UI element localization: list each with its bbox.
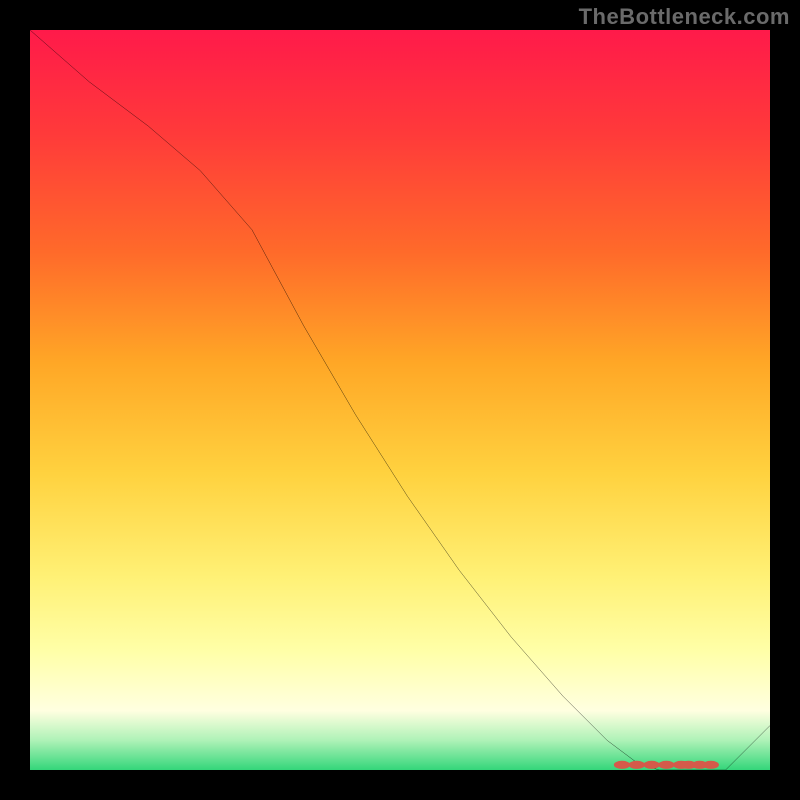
chart-frame: TheBottleneck.com <box>0 0 800 800</box>
valley-dot <box>629 761 645 769</box>
bottleneck-curve <box>30 30 770 770</box>
valley-dot <box>703 761 719 769</box>
valley-dot <box>658 761 674 769</box>
watermark-text: TheBottleneck.com <box>579 4 790 30</box>
plot-area <box>30 30 770 770</box>
valley-dots-group <box>614 761 719 769</box>
chart-overlay <box>30 30 770 770</box>
valley-dot <box>643 761 659 769</box>
valley-dot <box>614 761 630 769</box>
